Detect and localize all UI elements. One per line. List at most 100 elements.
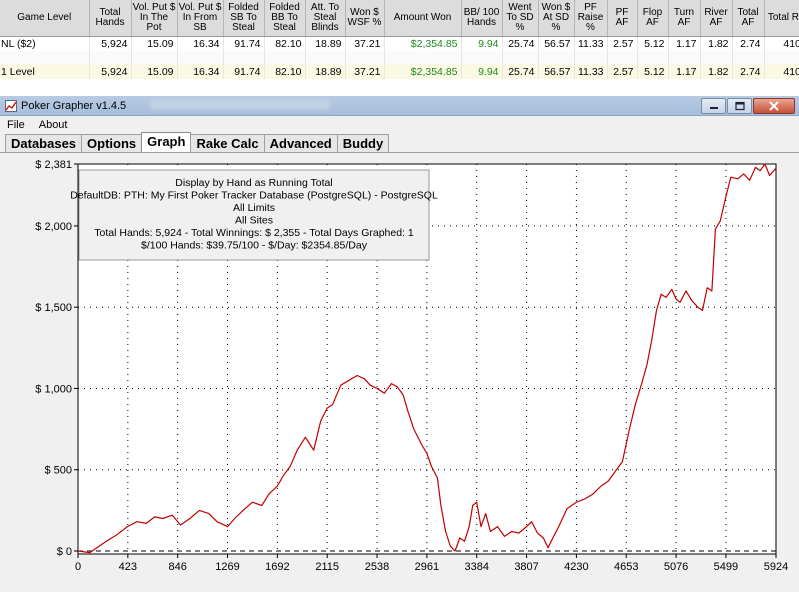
column-header[interactable]: Total AF <box>732 0 765 37</box>
table-cell: $2,354.85 <box>384 64 462 79</box>
column-header[interactable]: Flop AF <box>637 0 669 37</box>
table-cell: 37.21 <box>345 36 385 51</box>
column-header[interactable]: BB/ 100 Hands <box>461 0 503 37</box>
blurred-title-area <box>150 100 330 110</box>
table-cell: 5,924 <box>89 64 132 79</box>
table-cell: 18.89 <box>305 36 346 51</box>
info-line: All Sites <box>235 215 273 227</box>
column-header[interactable]: Vol. Put $ In The Pot <box>131 0 178 37</box>
minimize-button[interactable] <box>701 98 726 114</box>
minimize-icon <box>709 107 718 109</box>
table-cell: 5,924 <box>89 36 132 51</box>
maximize-icon <box>734 101 745 111</box>
table-cell: 56.57 <box>538 36 575 51</box>
tab-rake-calc[interactable]: Rake Calc <box>190 134 265 152</box>
x-tick-label: 4230 <box>564 561 588 573</box>
table-spacer-row <box>0 51 799 64</box>
tab-graph[interactable]: Graph <box>141 132 192 152</box>
table-cell: 2.74 <box>732 64 765 79</box>
column-header[interactable]: Amount Won <box>384 0 462 37</box>
column-header[interactable]: Went To SD % <box>502 0 539 37</box>
table-cell: 410.15 <box>764 36 799 51</box>
table-cell: 2.74 <box>732 36 765 51</box>
table-cell: 1.82 <box>700 36 733 51</box>
tab-buddy[interactable]: Buddy <box>336 134 390 152</box>
column-header[interactable]: Folded BB To Steal <box>264 0 306 37</box>
menu-about[interactable]: About <box>32 119 75 131</box>
x-tick-label: 3807 <box>514 561 538 573</box>
x-tick-label: 846 <box>169 561 187 573</box>
title-bar[interactable]: Poker Grapher v1.4.5 <box>0 96 799 116</box>
table-cell: 410.15 <box>764 64 799 79</box>
stats-table: Game Level Total Hands Vol. Put $ In The P… <box>0 0 799 79</box>
table-cell: 2.57 <box>607 64 638 79</box>
info-line: $/100 Hands: $39.75/100 - $/Day: $2354.8… <box>141 240 368 252</box>
close-button[interactable] <box>753 98 795 114</box>
column-header[interactable]: Won $ At SD % <box>538 0 575 37</box>
table-cell: 15.09 <box>131 36 178 51</box>
table-cell: 16.34 <box>177 36 224 51</box>
y-tick-label: $ 2,381 <box>35 159 72 171</box>
maximize-button[interactable] <box>727 98 752 114</box>
table-row[interactable]: 1 Level 5,924 15.09 16.34 91.74 82.10 18.89 37.… <box>0 64 799 79</box>
table-cell: 9.94 <box>461 64 503 79</box>
y-tick-label: $ 1,500 <box>35 302 72 314</box>
y-tick-label: $ 500 <box>44 465 72 477</box>
x-tick-label: 5924 <box>764 561 788 573</box>
table-cell: 25.74 <box>502 64 539 79</box>
tab-options[interactable]: Options <box>81 134 143 152</box>
table-cell: 16.34 <box>177 64 224 79</box>
menu-file[interactable]: File <box>0 119 32 131</box>
poker-grapher-window: Poker Grapher v1.4.5 File About Database… <box>0 96 799 592</box>
x-tick-label: 4653 <box>614 561 638 573</box>
graph-panel: $ 0 $ 500 $ 1,000 $ 1,500 $ 2,000 $ 2,381 0 423… <box>0 154 799 592</box>
column-header[interactable]: Turn AF <box>668 0 701 37</box>
column-header[interactable]: Total Rake <box>764 0 799 37</box>
table-cell: 5.12 <box>637 36 669 51</box>
table-cell: $2,354.85 <box>384 36 462 51</box>
x-tick-label: 423 <box>119 561 137 573</box>
info-line: Display by Hand as Running Total <box>175 177 332 189</box>
table-cell: 82.10 <box>264 36 306 51</box>
tab-advanced[interactable]: Advanced <box>263 134 338 152</box>
table-cell: 2.57 <box>607 36 638 51</box>
y-tick-label: $ 0 <box>57 546 72 558</box>
column-header[interactable]: PF Raise % <box>574 0 608 37</box>
x-tick-label: 5499 <box>714 561 738 573</box>
window-title: Poker Grapher v1.4.5 <box>21 99 127 112</box>
column-header[interactable]: Won $ WSF % <box>345 0 385 37</box>
column-header[interactable]: Total Hands <box>89 0 132 37</box>
table-cell: 11.33 <box>574 64 608 79</box>
tab-databases[interactable]: Databases <box>5 134 83 152</box>
table-row[interactable]: NL ($2) 5,924 15.09 16.34 91.74 82.10 18.89 37.… <box>0 36 799 51</box>
column-header[interactable]: Vol. Put $ In From SB <box>177 0 224 37</box>
x-tick-label: 2115 <box>315 561 339 573</box>
x-tick-label: 0 <box>75 561 81 573</box>
table-cell: 1 Level <box>0 64 90 79</box>
y-tick-label: $ 1,000 <box>35 383 72 395</box>
column-header[interactable]: River AF <box>700 0 733 37</box>
x-tick-label: 5076 <box>664 561 688 573</box>
chart-line-icon <box>5 99 17 112</box>
column-header[interactable]: PF AF <box>607 0 638 37</box>
table-cell: 1.17 <box>668 36 701 51</box>
x-tick-label: 1269 <box>215 561 239 573</box>
table-cell: 37.21 <box>345 64 385 79</box>
table-cell: 91.74 <box>223 36 265 51</box>
x-tick-label: 3384 <box>464 561 488 573</box>
table-cell: 11.33 <box>574 36 608 51</box>
table-cell: 82.10 <box>264 64 306 79</box>
stats-table-panel: Game Level Total Hands Vol. Put $ In The P… <box>0 0 799 80</box>
x-tick-label: 1692 <box>265 561 289 573</box>
table-cell: 91.74 <box>223 64 265 79</box>
table-cell: 18.89 <box>305 64 346 79</box>
info-line: All Limits <box>233 202 275 214</box>
table-cell: 15.09 <box>131 64 178 79</box>
winnings-chart: $ 0 $ 500 $ 1,000 $ 1,500 $ 2,000 $ 2,381 0 423… <box>35 159 788 573</box>
column-header[interactable]: Folded SB To Steal <box>223 0 265 37</box>
table-header-row: Game Level Total Hands Vol. Put $ In The P… <box>0 0 799 37</box>
column-header[interactable]: Game Level <box>0 0 90 37</box>
x-tick-label: 2961 <box>415 561 439 573</box>
table-cell: 1.17 <box>668 64 701 79</box>
column-header[interactable]: Att. To Steal Blinds <box>305 0 346 37</box>
